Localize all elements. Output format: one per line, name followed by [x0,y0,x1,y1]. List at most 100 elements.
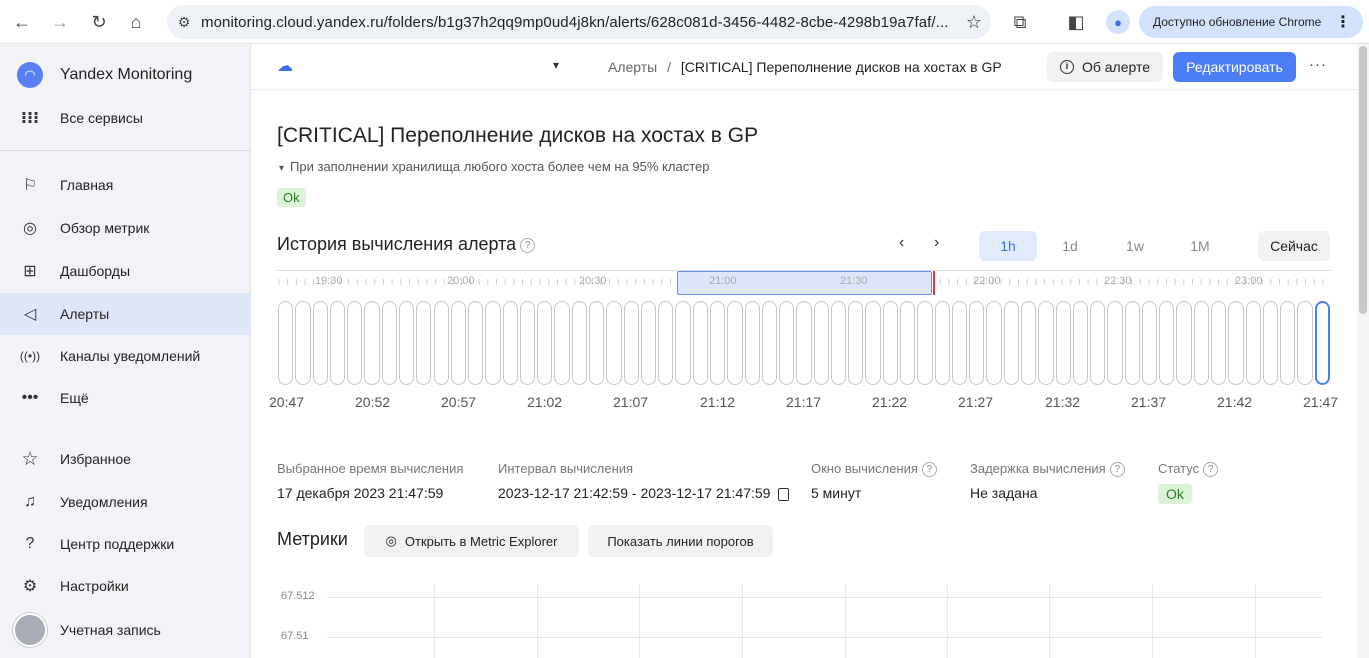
evaluation-bar[interactable] [882,301,899,385]
evaluation-bar[interactable] [917,301,933,385]
evaluation-bar[interactable] [433,301,449,385]
evaluation-bar[interactable] [951,301,968,385]
evaluation-bar[interactable] [519,301,536,385]
profile-icon[interactable]: ● [1106,10,1130,34]
sidebar-item-channels[interactable]: ((•)) Каналы уведомлений [0,335,251,377]
prev-period-icon[interactable]: ‹ [899,234,904,252]
forward-icon[interactable]: → [46,8,74,36]
evaluation-bar[interactable] [1245,301,1261,385]
edit-button[interactable]: Редактировать [1173,52,1296,82]
evaluation-bar[interactable] [416,301,432,385]
evaluation-bar[interactable] [1038,301,1054,385]
evaluation-bar[interactable] [969,301,985,385]
sidebar-all-services[interactable]: ⁝⁝⁝ Все сервисы [0,97,251,139]
evaluation-bar[interactable] [640,301,657,385]
evaluation-bar[interactable] [1055,301,1071,385]
sidebar-item-support[interactable]: ? Центр поддержки [0,523,251,565]
evaluation-bar[interactable] [1124,301,1140,385]
evaluation-bar[interactable] [1003,301,1019,385]
evaluation-bar[interactable] [468,301,484,385]
evaluation-bar[interactable] [606,301,622,385]
evaluation-bar-selected[interactable] [1314,301,1330,385]
next-period-icon[interactable]: › [934,234,939,252]
page-scrollbar[interactable] [1357,44,1369,658]
evaluation-bar[interactable] [727,301,743,385]
now-button[interactable]: Сейчас [1258,231,1330,261]
reload-icon[interactable]: ↻ [85,8,113,36]
evaluation-bar[interactable] [1176,301,1192,385]
sidebar-item-account[interactable]: Учетная запись [0,609,251,651]
range-1d[interactable]: 1d [1041,231,1099,261]
evaluation-bar[interactable] [986,301,1002,385]
evaluation-bar[interactable] [589,301,605,385]
range-1M[interactable]: 1M [1171,231,1229,261]
sidebar-item-notifications[interactable]: ♫ Уведомления [0,481,251,523]
address-bar[interactable]: ⚙ monitoring.cloud.yandex.ru/folders/b1g… [167,5,991,39]
evaluation-bar[interactable] [1211,301,1227,385]
side-panel-icon[interactable]: ◧ [1062,8,1090,36]
sidebar-item-alerts[interactable]: ◁ Алерты [0,293,251,335]
help-icon[interactable]: ? [921,462,937,478]
evaluation-bar[interactable] [1020,301,1037,385]
evaluation-bar[interactable] [1107,301,1123,385]
evaluation-bar[interactable] [1159,301,1175,385]
evaluation-bar[interactable] [329,301,346,385]
evaluation-bar[interactable] [502,301,518,385]
evaluation-bar[interactable] [278,301,294,385]
evaluation-bar[interactable] [1072,301,1089,385]
back-icon[interactable]: ← [8,8,36,36]
evaluation-bar[interactable] [571,301,587,385]
sidebar-item-home[interactable]: ⚐ Главная [0,164,251,206]
chrome-update-button[interactable]: Доступно обновление Chrome ⋮ [1139,6,1363,38]
timeline-overview[interactable]: 19:30 20:00 20:30 21:00 21:30 22:00 22:3… [277,270,1331,295]
evaluation-bar[interactable] [692,301,708,385]
evaluation-bar[interactable] [934,301,950,385]
evaluation-bar[interactable] [848,301,864,385]
about-alert-button[interactable]: i Об алерте [1047,52,1163,82]
sidebar-item-favorites[interactable]: ☆ Избранное [0,438,251,480]
evaluation-bar[interactable] [295,301,311,385]
extensions-icon[interactable]: ⧉ [1006,8,1034,36]
evaluation-bar[interactable] [796,301,812,385]
evaluation-bar[interactable] [658,301,674,385]
evaluation-bar[interactable] [865,301,881,385]
evaluation-bar[interactable] [554,301,570,385]
sidebar-item-metrics[interactable]: ◎ Обзор метрик [0,207,251,249]
chevron-down-icon[interactable]: ▾ [553,58,559,72]
evaluation-bar[interactable] [1090,301,1106,385]
cloud-icon[interactable]: ☁ [277,56,293,76]
copy-icon[interactable] [778,487,790,501]
evaluation-bar[interactable] [900,301,916,385]
help-icon[interactable]: ? [1109,462,1125,478]
evaluation-bar[interactable] [347,301,363,385]
alert-description[interactable]: ▾ При заполнении хранилища любого хоста б… [279,159,709,174]
breadcrumb-alerts[interactable]: Алерты [608,59,657,75]
evaluation-bar[interactable] [537,301,553,385]
evaluation-bar[interactable] [761,301,778,385]
help-icon[interactable]: ? [1203,462,1219,478]
evaluation-bar[interactable] [398,301,415,385]
evaluation-bar[interactable] [675,301,691,385]
sidebar-item-settings[interactable]: ⚙ Настройки [0,565,251,607]
evaluation-bar[interactable] [1262,301,1279,385]
scrollbar-thumb[interactable] [1359,46,1367,314]
evaluation-bar[interactable] [1297,301,1313,385]
evaluation-bar[interactable] [364,301,380,385]
evaluation-bar[interactable] [312,301,328,385]
evaluation-bar[interactable] [485,301,501,385]
show-thresholds-button[interactable]: Показать линии порогов [588,525,773,557]
evaluation-bar[interactable] [813,301,829,385]
help-icon[interactable]: ? [520,237,536,253]
sidebar-product[interactable]: ◠ Yandex Monitoring [0,54,251,96]
evaluation-bar[interactable] [830,301,847,385]
evaluation-bar[interactable] [744,301,760,385]
range-1h[interactable]: 1h [979,231,1037,261]
open-metric-explorer-button[interactable]: ◎ Открыть в Metric Explorer [364,525,579,557]
evaluation-bar[interactable] [709,301,726,385]
sidebar-item-more[interactable]: ••• Ещё [0,377,251,419]
bookmark-star-icon[interactable]: ☆ [957,12,991,33]
evaluation-bar[interactable] [1141,301,1158,385]
sidebar-item-dashboards[interactable]: ⊞ Дашборды [0,250,251,292]
evaluation-bar[interactable] [450,301,467,385]
evaluation-bar[interactable] [1228,301,1244,385]
